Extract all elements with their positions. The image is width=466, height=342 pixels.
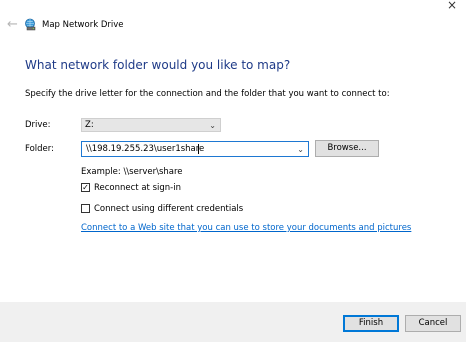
chevron-down-icon[interactable]: ⌄ [297,143,304,156]
different-credentials-checkbox[interactable] [81,204,90,213]
folder-input[interactable]: \\198.19.255.23\user1share ⌄ [81,141,309,157]
reconnect-checkbox[interactable]: ✓ [81,183,90,192]
browse-button[interactable]: Browse... [315,140,379,157]
instruction-text: Specify the drive letter for the connect… [25,89,390,99]
different-credentials-label[interactable]: Connect using different credentials [94,203,243,215]
drive-select[interactable]: Z: ⌄ [81,118,221,132]
window-title: Map Network Drive [42,20,124,30]
page-heading: What network folder would you like to ma… [25,58,291,72]
web-site-link[interactable]: Connect to a Web site that you can use t… [81,222,411,234]
back-arrow-icon[interactable]: ← [7,18,19,32]
close-icon[interactable]: × [445,0,459,11]
example-text: Example: \\server\share [81,167,183,177]
chevron-down-icon: ⌄ [209,121,216,130]
text-caret [198,144,199,154]
cancel-button[interactable]: Cancel [405,315,461,332]
reconnect-label[interactable]: Reconnect at sign-in [94,182,181,194]
drive-label: Drive: [25,120,51,130]
drive-value: Z: [85,120,94,130]
finish-button[interactable]: Finish [343,315,399,332]
folder-label: Folder: [25,144,54,154]
network-drive-icon [24,18,37,31]
folder-value: \\198.19.255.23\user1share [86,144,205,154]
